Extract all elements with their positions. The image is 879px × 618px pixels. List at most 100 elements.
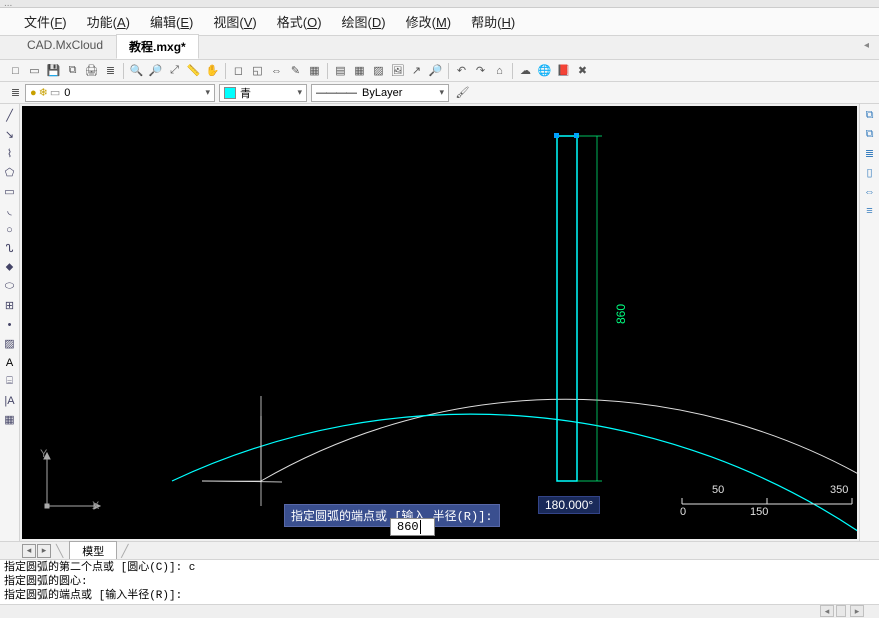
cloud-icon[interactable]: ☁ xyxy=(517,62,534,79)
home-icon[interactable]: ⌂ xyxy=(491,62,508,79)
work-area: ╱ ↘ ⌇ ⬠ ▭ ◟ ○ ᔐ ⬥ ⬭ ⊞ • ▨ A ⌸ |A ▦ xyxy=(0,104,879,541)
stack-icon[interactable]: ≣ xyxy=(861,145,878,162)
menu-item[interactable]: 视图(V) xyxy=(203,8,266,35)
drawing-canvas[interactable]: 860 180.000° 指定圆弧的端点或 [输入 半径(R)]: 860 Y … xyxy=(22,106,857,539)
ellipsearc-icon[interactable]: ⬭ xyxy=(1,278,18,295)
toolbar-separator xyxy=(225,63,226,79)
print-icon[interactable]: 🖨 xyxy=(83,62,100,79)
arc-icon[interactable]: ◟ xyxy=(1,202,18,219)
menu-item[interactable]: 格式(O) xyxy=(267,8,332,35)
rect-icon[interactable]: ▭ xyxy=(1,183,18,200)
pan-icon[interactable]: ✋ xyxy=(204,62,221,79)
menu-item[interactable]: 绘图(D) xyxy=(332,8,396,35)
export-icon[interactable]: ↗ xyxy=(408,62,425,79)
menu-item[interactable]: 功能(A) xyxy=(77,8,140,35)
layers2-icon[interactable]: ▤ xyxy=(332,62,349,79)
hatch-icon[interactable]: ▨ xyxy=(1,335,18,352)
chevron-down-icon: ▾ xyxy=(439,87,444,98)
layout-next-icon[interactable]: ▸ xyxy=(37,544,51,558)
properties-toolbar: ≣ ● ❄ ▭ 0 ▾ 青 ▾ ———— ByLayer ▾ 🖌 xyxy=(0,82,879,104)
zoom-in-icon[interactable]: 🔍 xyxy=(128,62,145,79)
line-icon[interactable]: ╱ xyxy=(1,107,18,124)
scroll-left-icon[interactable]: ◂ xyxy=(820,605,834,617)
circle-icon[interactable]: ○ xyxy=(1,221,18,238)
lock-icon: ▭ xyxy=(50,86,60,99)
dimension-value: 860 xyxy=(614,304,628,324)
image-icon[interactable]: 🖼 xyxy=(389,62,406,79)
tab-scroll-icon[interactable]: ◂ xyxy=(864,40,869,51)
zoom-ext-icon[interactable]: ⤢ xyxy=(166,62,183,79)
color-swatch xyxy=(224,87,236,99)
globe-icon[interactable]: 🌐 xyxy=(536,62,553,79)
offset-icon[interactable]: ⇔ xyxy=(861,183,878,200)
ucs-y-label: Y xyxy=(40,448,47,460)
command-line: 指定圆弧的圆心: xyxy=(4,575,875,589)
menu-item[interactable]: 编辑(E) xyxy=(140,8,203,35)
scroll-thumb[interactable] xyxy=(836,605,846,617)
move-icon[interactable]: ⇔ xyxy=(268,62,285,79)
layout-prev-icon[interactable]: ◂ xyxy=(22,544,36,558)
pdf-icon[interactable]: 📕 xyxy=(555,62,572,79)
scale-tick-50: 50 xyxy=(712,484,724,496)
layer-name: 0 xyxy=(64,87,70,99)
mirror-icon[interactable]: ▯ xyxy=(861,164,878,181)
paste-icon[interactable]: ⧉ xyxy=(861,126,878,143)
layer-states-icon[interactable]: ≣ xyxy=(7,84,24,101)
pencil-icon[interactable]: ✎ xyxy=(287,62,304,79)
ellipse-icon[interactable]: ⬥ xyxy=(1,259,18,276)
color-dropdown[interactable]: 青 ▾ xyxy=(219,84,307,102)
title-bar: ... xyxy=(0,0,879,8)
color-icon[interactable]: ▦ xyxy=(351,62,368,79)
saveall-icon[interactable]: ⧉ xyxy=(64,62,81,79)
scroll-right-icon[interactable]: ▸ xyxy=(850,605,864,617)
brush-icon[interactable]: 🖌 xyxy=(454,84,471,101)
mtext-icon[interactable]: ⌸ xyxy=(1,373,18,390)
dynamic-input[interactable]: 860 xyxy=(390,518,435,536)
zoom-window-icon[interactable]: ◻ xyxy=(230,62,247,79)
chevron-down-icon: ▾ xyxy=(297,87,302,98)
draw-toolbar: ╱ ↘ ⌇ ⬠ ▭ ◟ ○ ᔐ ⬥ ⬭ ⊞ • ▨ A ⌸ |A ▦ xyxy=(0,104,20,541)
document-tab[interactable]: CAD.MxCloud xyxy=(14,34,116,59)
block-icon[interactable]: ⊞ xyxy=(1,297,18,314)
redo-icon[interactable]: ↷ xyxy=(472,62,489,79)
vars-icon[interactable]: ≣ xyxy=(102,62,119,79)
document-tab[interactable]: 教程.mxg* xyxy=(116,34,199,59)
copy-icon[interactable]: ⧉ xyxy=(861,107,878,124)
spline-icon[interactable]: ᔐ xyxy=(1,240,18,257)
command-scrollbar[interactable]: ◂ ▸ xyxy=(0,604,879,618)
menu-bar: 文件(F)功能(A)编辑(E)视图(V)格式(O)绘图(D)修改(M)帮助(H) xyxy=(0,8,879,36)
save-icon[interactable]: 💾 xyxy=(45,62,62,79)
layer-dropdown[interactable]: ● ❄ ▭ 0 ▾ xyxy=(25,84,215,102)
color-name: 青 xyxy=(240,85,251,101)
zoom-out-icon[interactable]: 🔎 xyxy=(147,62,164,79)
exit-icon[interactable]: ✖ xyxy=(574,62,591,79)
menu-item[interactable]: 文件(F) xyxy=(14,8,77,35)
document-tab-bar: CAD.MxCloud教程.mxg* ◂ xyxy=(0,36,879,60)
table-icon[interactable]: ▦ xyxy=(1,411,18,428)
linetype-dropdown[interactable]: ———— ByLayer ▾ xyxy=(311,84,449,102)
zoom-dyn-icon[interactable]: ◱ xyxy=(249,62,266,79)
ray-icon[interactable]: ↘ xyxy=(1,126,18,143)
prop-icon[interactable]: ≡ xyxy=(861,202,878,219)
command-line: 指定圆弧的端点或 [输入半径(R)]: xyxy=(4,589,875,603)
model-tab[interactable]: 模型 xyxy=(69,541,117,561)
point-icon[interactable]: • xyxy=(1,316,18,333)
menu-item[interactable]: 帮助(H) xyxy=(461,8,525,35)
canvas-svg xyxy=(22,106,857,539)
new-icon[interactable]: □ xyxy=(7,62,24,79)
toolbar-separator xyxy=(123,63,124,79)
hatch-icon[interactable]: ▨ xyxy=(370,62,387,79)
undo-icon[interactable]: ↶ xyxy=(453,62,470,79)
ucs-x-label: X xyxy=(92,500,99,512)
open-icon[interactable]: ▭ xyxy=(26,62,43,79)
toolbar-separator xyxy=(448,63,449,79)
pline-icon[interactable]: ⌇ xyxy=(1,145,18,162)
menu-item[interactable]: 修改(M) xyxy=(396,8,462,35)
polygon-icon[interactable]: ⬠ xyxy=(1,164,18,181)
linetype-preview: ———— xyxy=(316,87,356,99)
text-A-icon[interactable]: A xyxy=(1,354,18,371)
layers-icon[interactable]: ▦ xyxy=(306,62,323,79)
dim-icon[interactable]: |A xyxy=(1,392,18,409)
measure-icon[interactable]: 📏 xyxy=(185,62,202,79)
find-icon[interactable]: 🔎 xyxy=(427,62,444,79)
